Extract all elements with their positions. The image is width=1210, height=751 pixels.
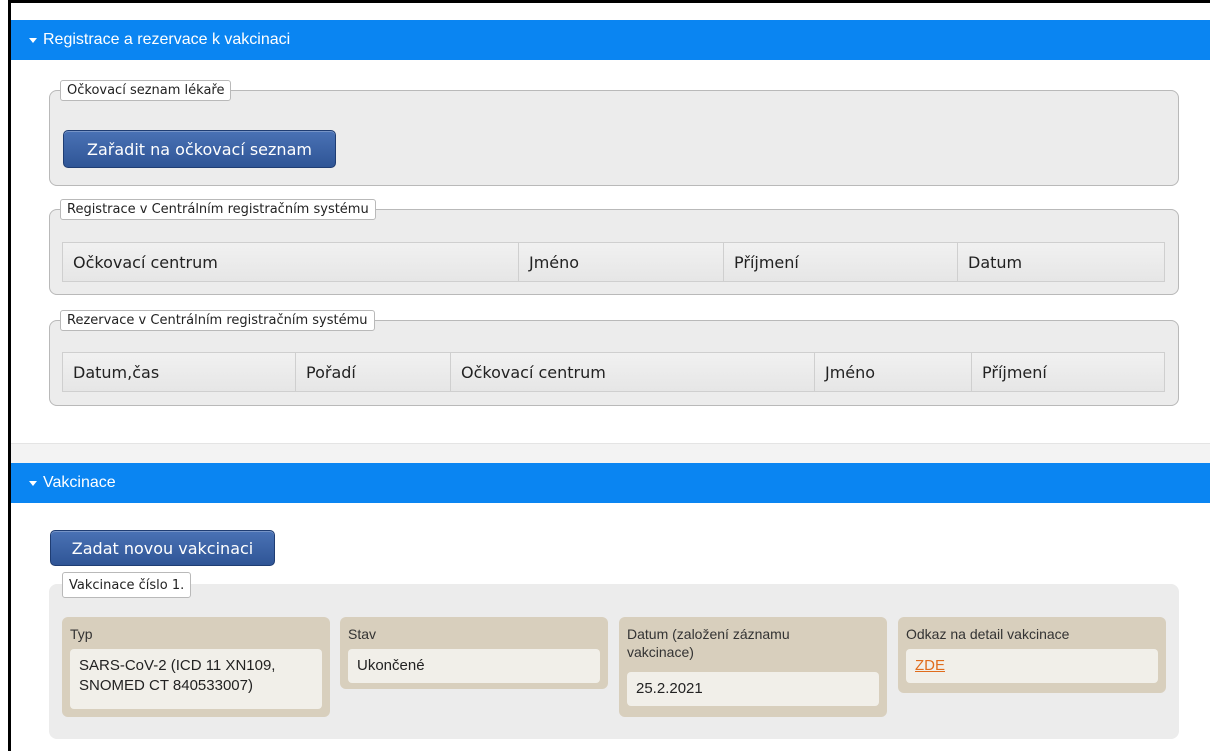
status-value: Ukončené (348, 649, 600, 683)
vaccination-section-header[interactable]: Vakcinace (11, 463, 1210, 503)
window-frame-top (8, 0, 1210, 3)
date-label: Datum (založení záznamu vakcinace) (627, 626, 790, 660)
caret-down-icon (29, 38, 37, 43)
registration-table-header: Očkovací centrum Jméno Příjmení Datum (62, 242, 1165, 282)
date-card: Datum (založení záznamu vakcinace) 25.2.… (619, 617, 887, 717)
vaccination-section-title: Vakcinace (43, 474, 116, 491)
registration-section-header[interactable]: Registrace a rezervace k vakcinaci (11, 20, 1210, 60)
detail-link[interactable]: ZDE (915, 657, 945, 674)
column-header[interactable]: Příjmení (972, 352, 1165, 392)
column-header[interactable]: Příjmení (724, 242, 958, 282)
type-card: Typ SARS-CoV-2 (ICD 11 XN109, SNOMED CT … (62, 617, 330, 717)
caret-down-icon (29, 481, 37, 486)
column-header[interactable]: Očkovací centrum (451, 352, 815, 392)
window-frame-left (8, 0, 11, 751)
new-vaccination-button[interactable]: Zadat novou vakcinaci (50, 530, 275, 566)
type-label: Typ (70, 626, 93, 642)
doctor-list-legend: Očkovací seznam lékaře (60, 80, 232, 101)
reservation-table-header: Datum,čas Pořadí Očkovací centrum Jméno … (62, 352, 1165, 392)
column-header[interactable]: Datum (958, 242, 1165, 282)
type-value: SARS-CoV-2 (ICD 11 XN109, SNOMED CT 8405… (70, 649, 322, 709)
column-header[interactable]: Datum,čas (62, 352, 296, 392)
column-header[interactable]: Pořadí (296, 352, 451, 392)
status-label: Stav (348, 626, 377, 642)
reservation-legend: Rezervace v Centrálním registračním syst… (60, 310, 375, 331)
column-header[interactable]: Očkovací centrum (62, 242, 519, 282)
detail-link-label: Odkaz na detail vakcinace (906, 626, 1070, 642)
vaccination-entry-legend: Vakcinace číslo 1. (62, 572, 192, 598)
status-card: Stav Ukončené (340, 617, 608, 689)
section-separator (11, 443, 1210, 463)
detail-link-box: ZDE (906, 649, 1158, 683)
detail-link-card: Odkaz na detail vakcinace ZDE (898, 617, 1166, 693)
add-to-list-button[interactable]: Zařadit na očkovací seznam (63, 130, 336, 168)
registration-section-title: Registrace a rezervace k vakcinaci (43, 31, 291, 48)
column-header[interactable]: Jméno (519, 242, 724, 282)
registration-legend: Registrace v Centrálním registračním sys… (60, 199, 376, 220)
date-value: 25.2.2021 (627, 672, 879, 706)
column-header[interactable]: Jméno (815, 352, 972, 392)
